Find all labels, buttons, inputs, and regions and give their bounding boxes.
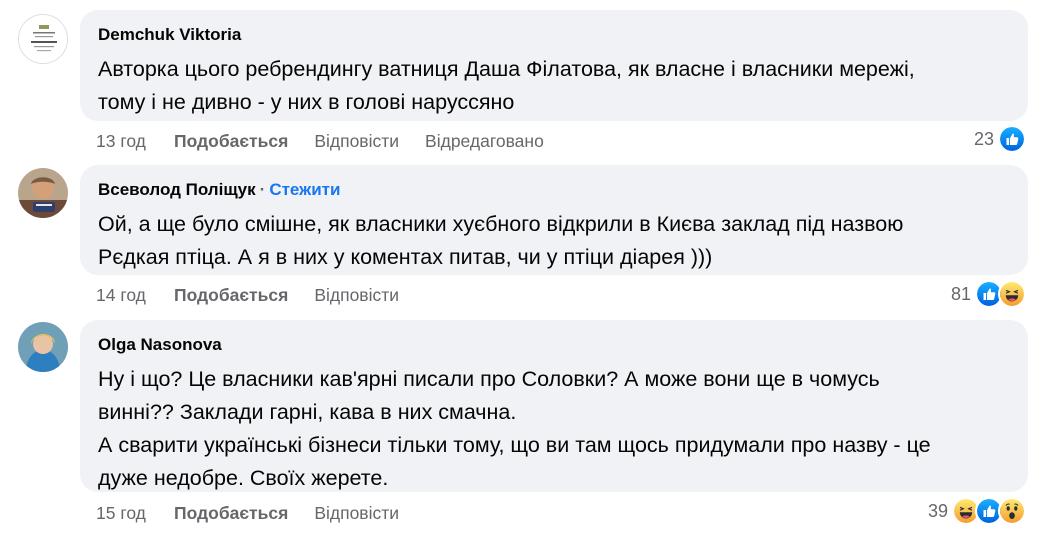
comment-author[interactable]: Всеволод Поліщук bbox=[98, 180, 256, 199]
haha-icon bbox=[998, 280, 1026, 308]
reaction-count: 39 bbox=[927, 500, 948, 521]
wow-icon bbox=[998, 497, 1026, 525]
comment-author-row: Demchuk Viktoria bbox=[98, 24, 1010, 48]
comment-text-line: тому і не дивно - у них в голові нарусся… bbox=[98, 90, 515, 114]
comment-text-line: Рєдкая птіца. А я в них у коментах питав… bbox=[98, 245, 713, 269]
comment-timestamp[interactable]: 15 год bbox=[96, 502, 174, 524]
comment-text-line: Ну і що? Це власники кав'ярні писали про… bbox=[98, 367, 880, 391]
comment-bubble: Всеволод Поліщук · Стежити Ой, а ще було с… bbox=[80, 165, 1028, 275]
reaction-summary[interactable]: 39 bbox=[928, 497, 1026, 525]
avatar-photo bbox=[18, 322, 68, 372]
comment-timestamp[interactable]: 14 год bbox=[96, 284, 174, 306]
reply-button[interactable]: Відповісти bbox=[314, 284, 399, 306]
comment-text-line: винні?? Заклади гарні, кава в них смачна… bbox=[98, 400, 517, 424]
like-button[interactable]: Подобається bbox=[174, 130, 288, 152]
like-button[interactable]: Подобається bbox=[174, 284, 288, 306]
comment-timestamp[interactable]: 13 год bbox=[96, 130, 174, 152]
reply-button[interactable]: Відповісти bbox=[314, 502, 399, 524]
avatar-photo bbox=[18, 168, 68, 218]
comment-text-line: Авторка цього ребрендингу ватниця Даша Ф… bbox=[98, 57, 915, 81]
comment-bubble: Olga Nasonova Ну і що? Це власники кав'я… bbox=[80, 320, 1028, 492]
avatar-logo-image bbox=[19, 15, 67, 63]
comment-bubble: Demchuk Viktoria Авторка цього ребрендин… bbox=[80, 10, 1028, 121]
comment-text-line: Ой, а ще було смішне, як власники хуєбно… bbox=[98, 212, 904, 236]
comment-author-row: Всеволод Поліщук · Стежити bbox=[98, 179, 1010, 203]
reply-button[interactable]: Відповісти bbox=[314, 130, 399, 152]
comment-author[interactable]: Demchuk Viktoria bbox=[98, 25, 241, 44]
author-separator: · bbox=[259, 180, 266, 199]
comment-author[interactable]: Olga Nasonova bbox=[98, 335, 222, 354]
avatar[interactable] bbox=[18, 168, 68, 218]
reaction-summary[interactable]: 23 bbox=[974, 125, 1026, 153]
comment-text-line: дуже недобре. Своїх жерете. bbox=[98, 466, 389, 490]
comment-actions: 13 год Подобається Відповісти Відредагов… bbox=[96, 130, 544, 152]
avatar[interactable] bbox=[18, 322, 68, 372]
avatar[interactable] bbox=[18, 14, 68, 64]
comment-text-line: А сварити українські бізнеси тільки тому… bbox=[98, 433, 931, 457]
like-button[interactable]: Подобається bbox=[174, 502, 288, 524]
reaction-count: 23 bbox=[973, 128, 994, 149]
like-icon bbox=[998, 125, 1026, 153]
follow-link[interactable]: Стежити bbox=[269, 180, 340, 199]
comment-actions: 14 год Подобається Відповісти bbox=[96, 284, 425, 306]
comment-actions: 15 год Подобається Відповісти bbox=[96, 502, 425, 524]
comment-author-row: Olga Nasonova bbox=[98, 334, 1010, 358]
edited-label[interactable]: Відредаговано bbox=[425, 130, 544, 152]
reaction-count: 81 bbox=[950, 283, 971, 304]
reaction-summary[interactable]: 81 bbox=[951, 280, 1026, 308]
